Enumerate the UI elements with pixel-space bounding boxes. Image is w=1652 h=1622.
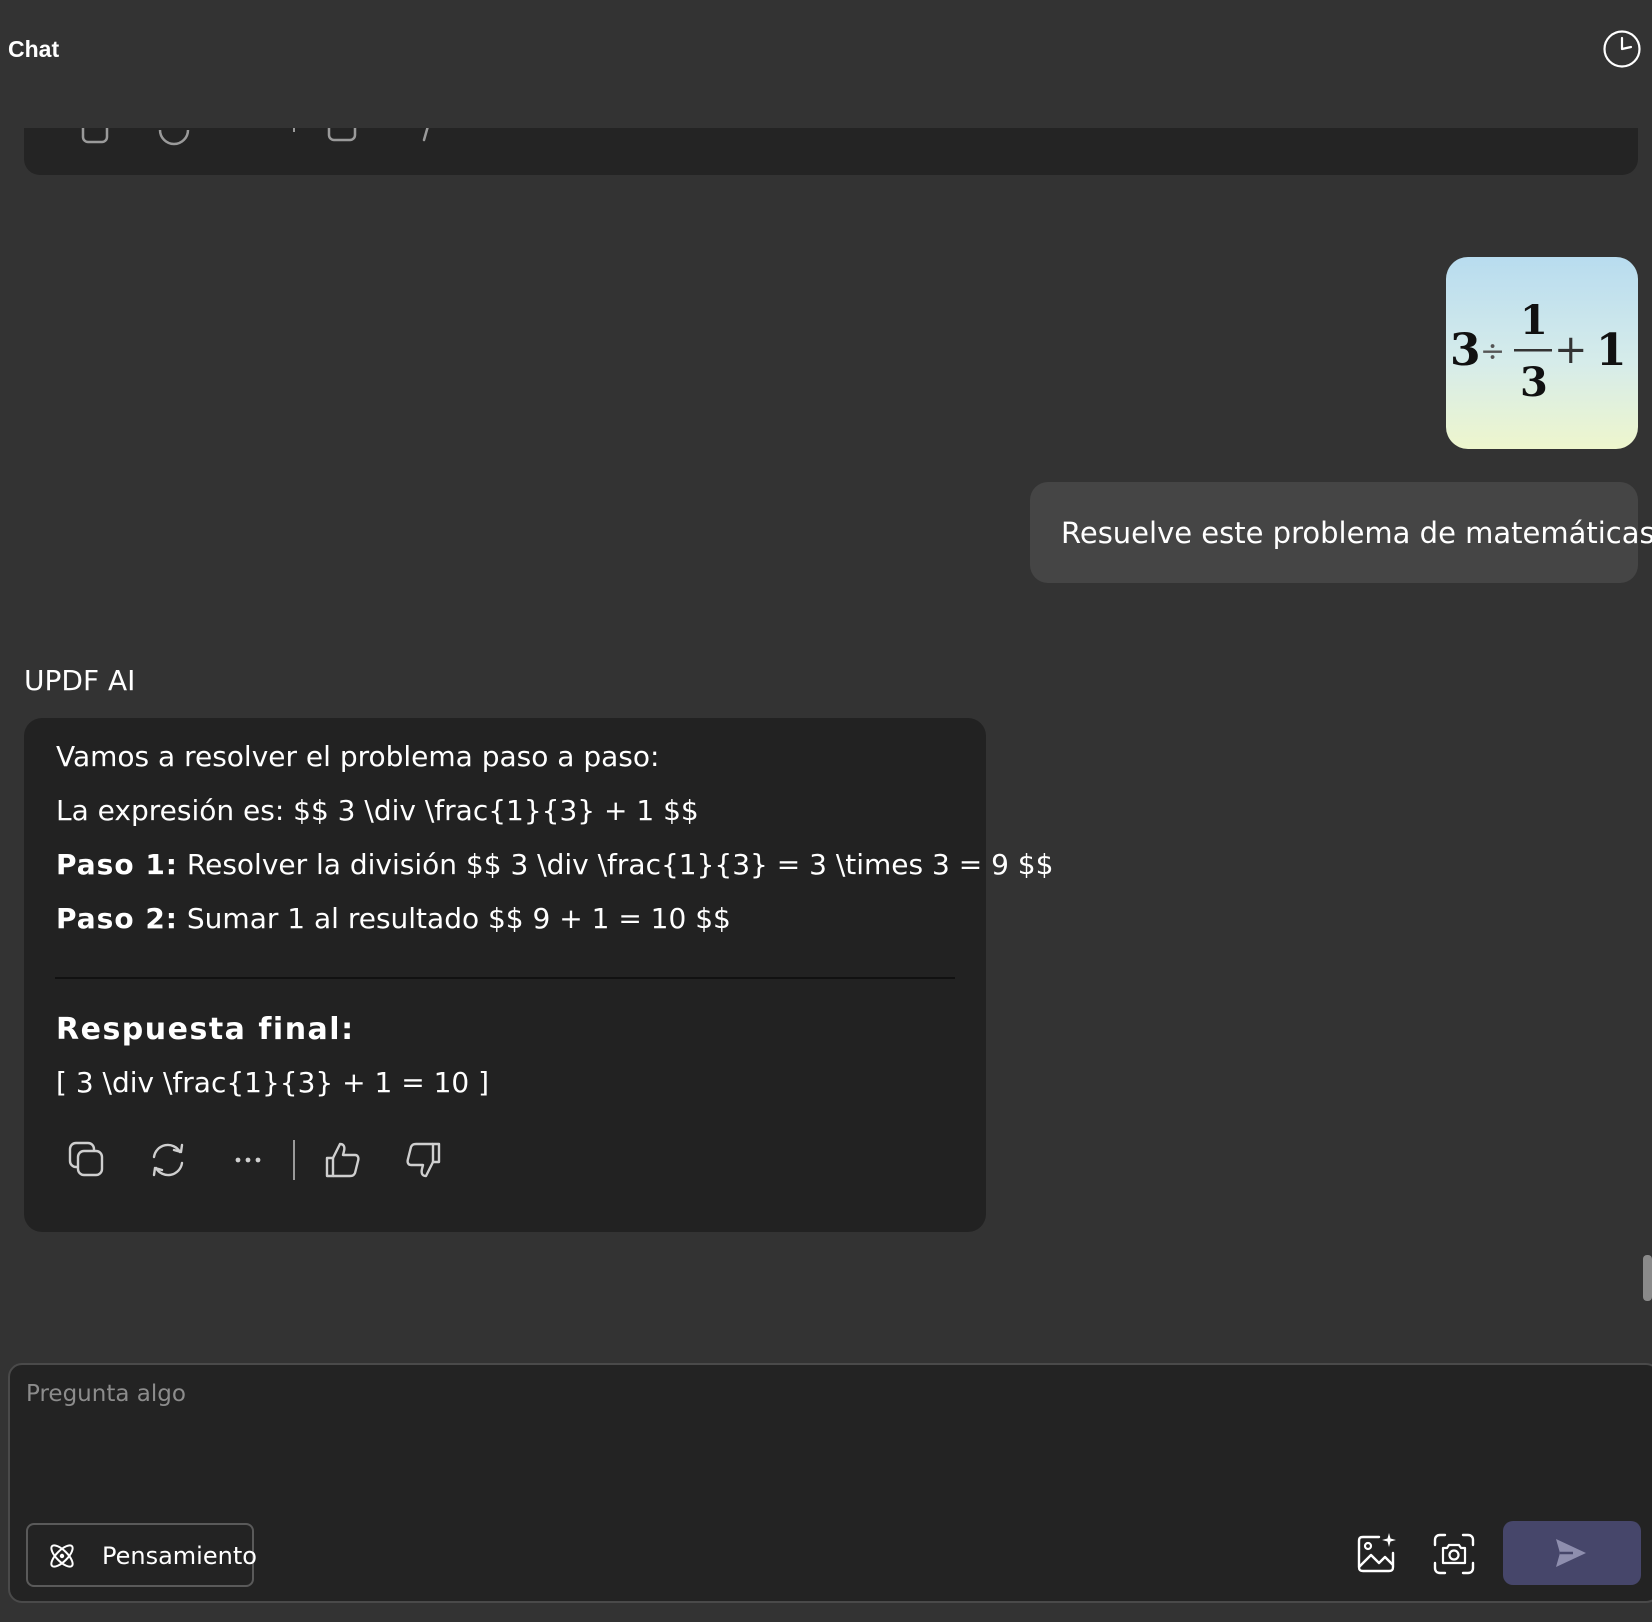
- math-divide-symbol: ÷: [1480, 334, 1505, 369]
- user-message-text: Resuelve este problema de matemáticas.: [1061, 515, 1652, 550]
- step-2-text: Sumar 1 al resultado $$ 9 + 1 = 10 $$: [178, 902, 731, 935]
- response-step-2: Paso 2: Sumar 1 al resultado $$ 9 + 1 = …: [56, 902, 731, 935]
- previous-regenerate-icon: [158, 129, 190, 146]
- chat-header: Chat: [0, 0, 1652, 128]
- message-composer: Pensamiento: [8, 1363, 1652, 1603]
- message-input[interactable]: [26, 1381, 1626, 1481]
- final-answer-heading: Respuesta final:: [56, 1012, 355, 1047]
- chat-app: Chat 3 ÷ 1 3 + 1 Resuelve este problema …: [0, 0, 1652, 1622]
- math-expression-image: 3 ÷ 1 3 + 1: [1450, 297, 1627, 406]
- response-divider: [55, 977, 955, 979]
- assistant-message-card: Vamos a resolver el problema paso a paso…: [24, 718, 1053, 1232]
- thumbs-up-icon[interactable]: [321, 1138, 365, 1182]
- math-left-operand: 3: [1450, 325, 1481, 376]
- thumbs-down-icon[interactable]: [401, 1138, 445, 1182]
- response-expression: La expresión es: $$ 3 \div \frac{1}{3} +…: [56, 794, 699, 827]
- more-icon[interactable]: [226, 1138, 270, 1182]
- math-denominator: 3: [1520, 359, 1548, 406]
- math-right-operand: 1: [1596, 325, 1627, 376]
- send-icon: [1556, 1539, 1586, 1567]
- math-numerator: 1: [1520, 297, 1548, 344]
- step-1-text: Resolver la división $$ 3 \div \frac{1}{…: [178, 848, 1054, 881]
- user-message-bubble: Resuelve este problema de matemáticas.: [1030, 482, 1652, 583]
- clock-icon[interactable]: [1602, 29, 1642, 69]
- copy-icon[interactable]: [65, 1138, 109, 1182]
- previous-action-separator: [293, 128, 295, 132]
- previous-thumbs-up-icon: [327, 128, 357, 142]
- response-intro: Vamos a resolver el problema paso a paso…: [56, 740, 660, 773]
- atom-icon: [50, 1544, 74, 1568]
- scrollbar-thumb[interactable]: [1643, 1255, 1652, 1301]
- previous-message-card: [24, 128, 1638, 175]
- regenerate-icon[interactable]: [146, 1138, 190, 1182]
- user-image-attachment[interactable]: 3 ÷ 1 3 + 1: [1446, 257, 1638, 449]
- image-ai-icon[interactable]: [1353, 1531, 1399, 1577]
- previous-thumbs-down-icon: [422, 128, 429, 142]
- thinking-mode-label: Pensamiento: [102, 1542, 257, 1570]
- send-button[interactable]: [1503, 1521, 1641, 1585]
- step-1-label: Paso 1:: [56, 848, 178, 881]
- assistant-name-label: UPDF AI: [24, 664, 136, 697]
- response-actions: [24, 1138, 986, 1198]
- previous-copy-icon: [81, 128, 109, 144]
- final-answer-text: [ 3 \div \frac{1}{3} + 1 = 10 ]: [56, 1066, 490, 1099]
- action-separator: [293, 1140, 295, 1180]
- math-plus-symbol: +: [1554, 327, 1588, 373]
- screenshot-icon[interactable]: [1431, 1531, 1477, 1577]
- page-title: Chat: [8, 36, 60, 62]
- response-step-1: Paso 1: Resolver la división $$ 3 \div \…: [56, 848, 1053, 881]
- thinking-mode-button[interactable]: Pensamiento: [26, 1523, 257, 1587]
- step-2-label: Paso 2:: [56, 902, 178, 935]
